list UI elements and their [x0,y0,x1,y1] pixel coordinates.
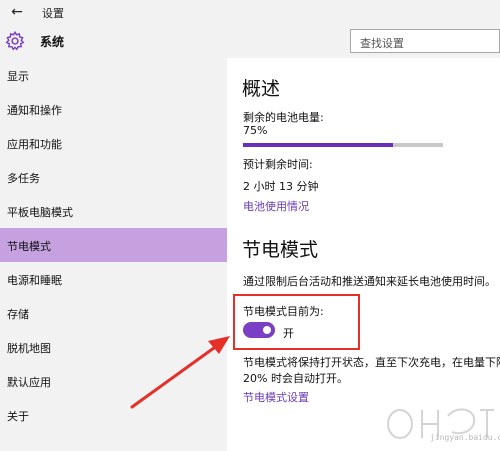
sidebar-item-about[interactable]: 关于 [0,398,227,432]
search-input[interactable]: 查找设置 [350,29,500,53]
auto-on-text-line1: 节电模式将保持打开状态，直至下次充电，在电量下降 [243,356,500,369]
sidebar-item-tablet-mode[interactable]: 平板电脑模式 [0,194,227,228]
sidebar-item-storage[interactable]: 存储 [0,296,227,330]
sidebar-item-battery-saver[interactable]: 节电模式 [0,228,227,262]
battery-usage-link[interactable]: 电池使用情况 [243,198,309,214]
auto-on-text-line2: 20% 时会自动打开。 [243,372,348,385]
annotation-highlight-box [233,294,360,350]
battery-saver-heading: 节电模式 [242,239,319,261]
window-title: 设置 [42,7,64,20]
back-arrow-icon[interactable]: ← [6,2,28,22]
remaining-value: 2 小时 13 分钟 [243,180,319,193]
sidebar: 显示 通知和操作 应用和功能 多任务 平板电脑模式 节电模式 电源和睡眠 存储 … [0,58,227,451]
main-content: 概述 剩余的电池电量: 75% 预计剩余时间: 2 小时 13 分钟 电池使用情… [227,58,500,451]
sidebar-item-offline-maps[interactable]: 脱机地图 [0,330,227,364]
overview-heading: 概述 [242,78,281,100]
sidebar-item-power-sleep[interactable]: 电源和睡眠 [0,262,227,296]
sidebar-item-notifications[interactable]: 通知和操作 [0,92,227,126]
sidebar-item-multitasking[interactable]: 多任务 [0,160,227,194]
battery-saver-description: 通过限制后台活动和推送通知来延长电池使用时间。 [243,275,496,288]
sidebar-item-default-apps[interactable]: 默认应用 [0,364,227,398]
gear-icon [5,30,25,51]
battery-progress-bar [243,143,443,147]
battery-label: 剩余的电池电量: [243,111,324,124]
sidebar-item-display[interactable]: 显示 [0,58,227,92]
battery-value: 75% [243,124,268,137]
sidebar-item-apps[interactable]: 应用和功能 [0,126,227,160]
app-name: 系统 [40,35,65,49]
remaining-label: 预计剩余时间: [243,158,313,171]
battery-saver-settings-link[interactable]: 节电模式设置 [243,389,309,405]
battery-progress-fill [243,143,393,147]
title-bar: ← 设置 [0,0,500,24]
watermark-text: jingyan.baidu.com [430,433,500,442]
app-header: 系统 查找设置 [0,24,500,58]
